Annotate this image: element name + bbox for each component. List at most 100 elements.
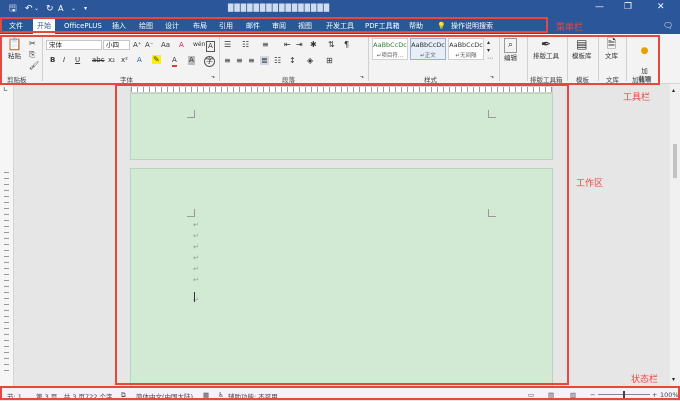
- char-border-button[interactable]: A: [206, 41, 215, 52]
- align-center-icon[interactable]: ≡: [236, 56, 243, 65]
- close-button[interactable]: ✕: [657, 2, 665, 12]
- zoom-in-button[interactable]: +: [652, 391, 657, 399]
- restore-button[interactable]: ❐: [624, 2, 632, 12]
- customize-dropdown-icon[interactable]: ⌄: [71, 3, 76, 15]
- vertical-scrollbar[interactable]: ▴ ▾: [670, 84, 680, 387]
- save-icon[interactable]: 🖫: [9, 3, 17, 15]
- highlighter-icon[interactable]: ✎: [152, 55, 161, 64]
- italic-button[interactable]: I: [63, 56, 65, 65]
- style-item-no-spacing[interactable]: AaBbCcDc ↵无间隔: [448, 38, 484, 60]
- tab-pdf-toolbox[interactable]: PDF工具箱: [365, 21, 400, 31]
- line-spacing-icon[interactable]: ↕: [289, 56, 296, 65]
- more-icon[interactable]: ▾: [84, 3, 87, 15]
- tab-file[interactable]: 文件: [9, 21, 23, 31]
- redo-icon[interactable]: ↻: [46, 3, 54, 15]
- increase-indent-icon[interactable]: ⇥: [296, 40, 303, 49]
- font-name-select[interactable]: 宋体: [46, 40, 102, 50]
- tab-selector-icon[interactable]: ∟: [3, 86, 8, 93]
- enclose-char-button[interactable]: 字: [204, 56, 215, 67]
- zoom-slider-thumb[interactable]: [623, 391, 625, 398]
- print-layout-icon[interactable]: ▤: [548, 391, 554, 399]
- bold-button[interactable]: B: [50, 56, 55, 65]
- accessibility-icon[interactable]: ♿: [218, 391, 224, 399]
- tab-design[interactable]: 设计: [165, 21, 179, 31]
- styles-more-icon[interactable]: ⋯: [487, 54, 493, 63]
- scroll-down-icon[interactable]: ▾: [672, 376, 675, 383]
- sort-icon[interactable]: ⇅: [328, 40, 335, 49]
- minimize-button[interactable]: —: [595, 2, 604, 12]
- strikethrough-button[interactable]: abc: [92, 56, 105, 65]
- tab-insert[interactable]: 插入: [112, 21, 126, 31]
- multilevel-list-icon[interactable]: ≡: [262, 40, 269, 49]
- tab-layout[interactable]: 布局: [193, 21, 207, 31]
- subscript-button[interactable]: x₂: [108, 56, 115, 65]
- scroll-thumb[interactable]: [673, 144, 677, 178]
- web-layout-icon[interactable]: ▥: [570, 391, 576, 399]
- align-left-icon[interactable]: ≡: [224, 56, 231, 65]
- macro-icon[interactable]: ▦: [203, 391, 209, 399]
- horizontal-ruler[interactable]: [130, 86, 553, 93]
- char-shading-button[interactable]: A: [188, 56, 195, 65]
- tab-review[interactable]: 审阅: [272, 21, 286, 31]
- distributed-icon[interactable]: ☷: [274, 56, 281, 65]
- editing-button[interactable]: ⌕ 编辑: [504, 38, 517, 62]
- typeset-tool-button[interactable]: ✒ 排版工具: [533, 38, 559, 61]
- lightbulb-icon[interactable]: 💡: [437, 21, 446, 31]
- chinese-layout-icon[interactable]: ✱: [310, 40, 317, 49]
- style-item-bullet[interactable]: AaBbCcDc ↵项目符...: [372, 38, 408, 60]
- font-dialog-launcher-icon[interactable]: ⬎: [211, 73, 215, 82]
- tab-developer[interactable]: 开发工具: [326, 21, 354, 31]
- font-size-select[interactable]: 小四: [103, 40, 130, 50]
- template-group-label: 模板: [576, 76, 589, 84]
- borders-icon[interactable]: ⊞: [326, 56, 333, 65]
- tab-references[interactable]: 引用: [219, 21, 233, 31]
- tab-view[interactable]: 视图: [298, 21, 312, 31]
- proofing-icon[interactable]: ⧉: [121, 391, 126, 400]
- undo-icon[interactable]: ↶: [25, 3, 33, 15]
- font-color-button[interactable]: A: [172, 56, 177, 67]
- scroll-up-icon[interactable]: ▴: [672, 87, 675, 94]
- clear-format-button[interactable]: A: [179, 41, 184, 50]
- zoom-out-button[interactable]: −: [590, 391, 595, 399]
- tab-draw[interactable]: 绘图: [139, 21, 153, 31]
- page[interactable]: [130, 93, 553, 160]
- zoom-level[interactable]: 100%: [660, 391, 679, 399]
- library-button[interactable]: 🗎 文库: [605, 38, 618, 61]
- tab-officeplus[interactable]: OfficePLUS: [64, 21, 102, 31]
- grow-font-button[interactable]: A⁺: [133, 41, 141, 50]
- read-mode-icon[interactable]: ▭: [528, 391, 534, 399]
- tab-mailings[interactable]: 邮件: [246, 21, 260, 31]
- shrink-font-button[interactable]: A⁻: [145, 41, 153, 50]
- tab-home[interactable]: 开始: [33, 19, 55, 34]
- format-painter-icon[interactable]: 🖌: [29, 61, 39, 70]
- undo-dropdown-icon[interactable]: ⌄: [34, 3, 39, 15]
- comment-icon[interactable]: 🗨: [663, 21, 673, 31]
- change-case-button[interactable]: Aa: [161, 41, 170, 50]
- justify-icon[interactable]: ≣: [260, 56, 269, 65]
- vertical-ruler[interactable]: ∟: [0, 84, 14, 387]
- customize-icon[interactable]: A: [58, 3, 63, 15]
- text-effects-button[interactable]: A: [137, 56, 142, 65]
- phonetic-guide-button[interactable]: wén: [193, 40, 205, 49]
- styles-dialog-launcher-icon[interactable]: ⬎: [490, 73, 494, 82]
- tell-me-search[interactable]: 操作说明搜索: [451, 21, 493, 31]
- addins-group-label: 加载项: [632, 76, 652, 84]
- style-name: ↵正文: [420, 53, 436, 59]
- status-bar: 节: 1 第 3 页，共 3 页 722 个字 ⧉ 简体中文(中国大陆) ▦ ♿…: [0, 387, 680, 401]
- copy-icon[interactable]: ⎘: [29, 50, 35, 59]
- tab-help[interactable]: 帮助: [409, 21, 423, 31]
- paragraph-dialog-launcher-icon[interactable]: ⬎: [360, 73, 364, 82]
- decrease-indent-icon[interactable]: ⇤: [284, 40, 291, 49]
- align-right-icon[interactable]: ≡: [248, 56, 255, 65]
- underline-button[interactable]: U: [75, 56, 80, 65]
- numbering-icon[interactable]: ☷: [242, 40, 249, 49]
- bullets-icon[interactable]: ☰: [224, 40, 231, 49]
- paste-button[interactable]: 📋 粘贴: [7, 38, 22, 61]
- show-marks-icon[interactable]: ¶: [344, 40, 349, 49]
- cut-icon[interactable]: ✂: [29, 39, 36, 48]
- style-item-normal[interactable]: AaBbCcDc ↵正文: [410, 38, 446, 60]
- divider: [42, 37, 43, 81]
- superscript-button[interactable]: x²: [121, 56, 128, 65]
- template-library-button[interactable]: ▤ 模板库: [572, 38, 592, 61]
- shading-icon[interactable]: ◈: [307, 56, 313, 65]
